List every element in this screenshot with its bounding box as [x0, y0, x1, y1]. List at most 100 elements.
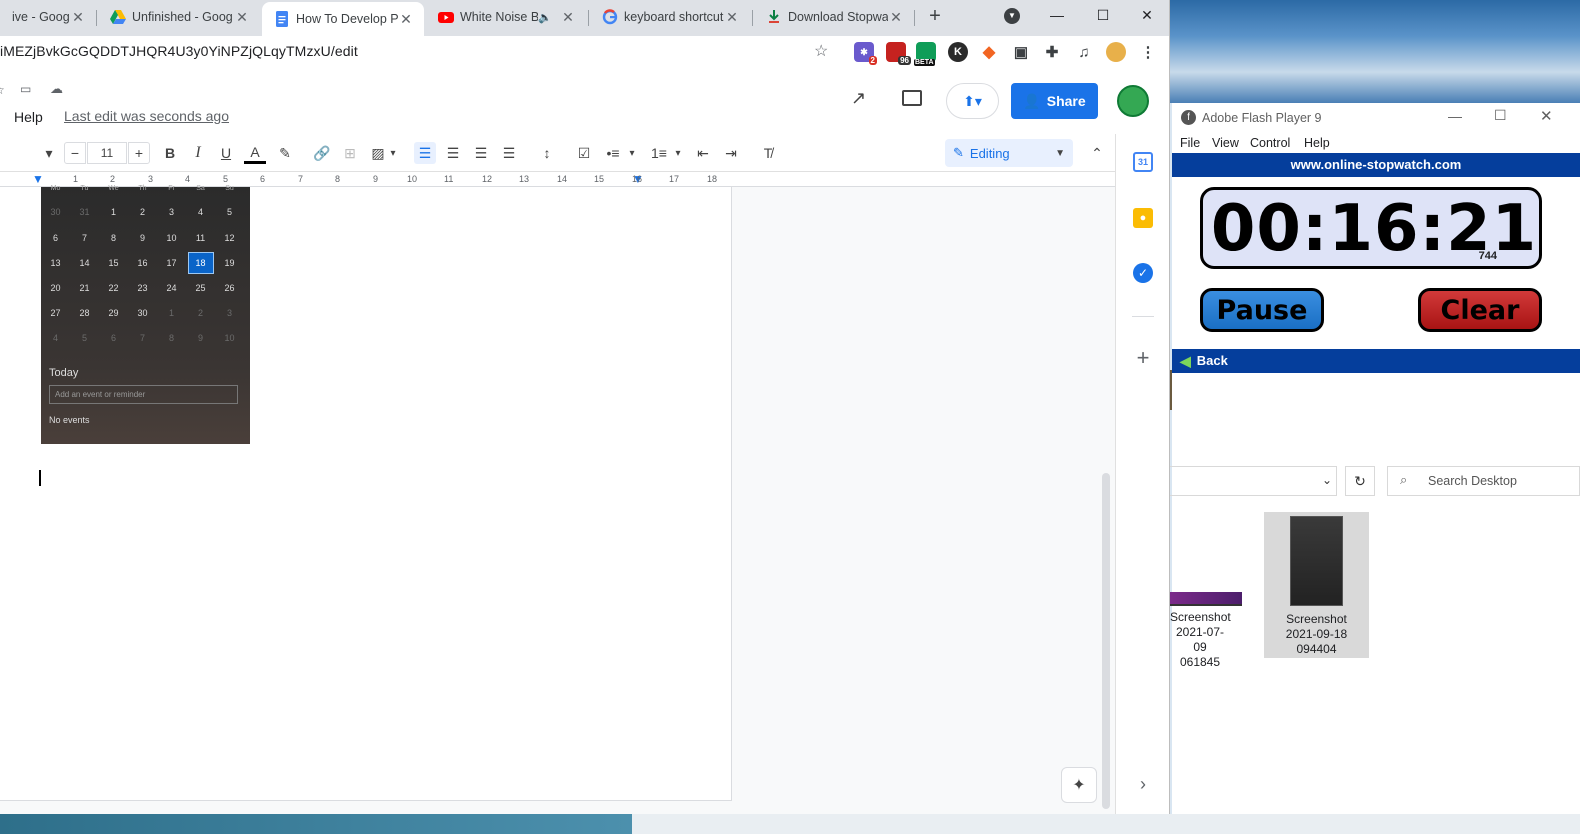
bulleted-list-icon[interactable]: •≡ — [602, 142, 624, 164]
tab-drive-1[interactable]: ive - Google ✕ — [0, 0, 96, 34]
refresh-icon[interactable]: ↻ — [1345, 466, 1375, 496]
file-name: 2021-09-18 — [1285, 627, 1348, 641]
extension-4-icon[interactable]: K — [948, 42, 968, 62]
numbered-list-icon[interactable]: 1≡ — [648, 142, 670, 164]
tab-search-icon[interactable]: ▼ — [1004, 8, 1020, 24]
google-icon — [602, 9, 618, 25]
extension-3-icon[interactable]: BETA — [914, 42, 936, 66]
tasks-icon[interactable]: ✓ — [1133, 263, 1153, 283]
star-icon[interactable]: ☆ — [0, 83, 5, 97]
clear-formatting-icon[interactable]: T̸ — [757, 142, 779, 164]
address-path-field[interactable]: ⌄ — [1170, 466, 1337, 496]
tab-google-search[interactable]: keyboard shortcut ✕ — [590, 0, 750, 34]
calendar-icon[interactable]: 31 — [1133, 152, 1153, 172]
align-right-icon[interactable]: ☰ — [470, 142, 492, 164]
close-icon[interactable]: ✕ — [70, 9, 86, 26]
person-icon: 👤 — [1023, 92, 1041, 109]
italic-icon[interactable]: I — [187, 142, 209, 164]
account-avatar[interactable] — [1117, 85, 1149, 117]
profile-avatar[interactable] — [1106, 42, 1126, 62]
document-page[interactable]: Mo Tu We Th Fr Sa Su 30 31 1 2 3 4 5 6 7… — [0, 185, 732, 801]
extension-1-icon[interactable]: 2 ✱ — [854, 42, 877, 65]
underline-icon[interactable]: U — [215, 142, 237, 164]
editing-mode-dropdown[interactable]: ✎ Editing ▼ — [945, 139, 1073, 167]
comments-icon[interactable] — [902, 90, 922, 106]
minimize-icon[interactable]: — — [1448, 108, 1462, 124]
chevron-down-icon[interactable]: ⌄ — [1322, 473, 1332, 487]
menu-help[interactable]: Help — [1304, 136, 1330, 150]
minimize-icon[interactable]: — — [1034, 0, 1080, 30]
image-dropdown-icon[interactable]: ▾ — [386, 142, 400, 164]
back-bar[interactable]: ◀ Back — [1172, 349, 1580, 373]
collapse-toolbar-icon[interactable]: ⌃ — [1086, 142, 1108, 164]
add-comment-icon[interactable]: ⊞ — [339, 142, 361, 164]
menu-file[interactable]: File — [1180, 136, 1200, 150]
font-size-field[interactable]: 11 — [87, 142, 127, 164]
scrollbar-thumb[interactable] — [1102, 473, 1110, 809]
file-name: Screenshot — [1286, 612, 1347, 626]
justify-icon[interactable]: ☰ — [498, 142, 520, 164]
tab-download[interactable]: Download Stopwa ✕ — [754, 0, 914, 34]
site-banner[interactable]: www.online-stopwatch.com — [1172, 153, 1580, 177]
tab-youtube[interactable]: White Noise B 🔈 ✕ — [426, 0, 586, 34]
picture-in-picture-icon[interactable]: ▣ — [1011, 42, 1031, 62]
insert-link-icon[interactable]: 🔗 — [311, 142, 333, 164]
add-addon-icon[interactable]: + — [1133, 347, 1153, 369]
left-indent-marker-icon[interactable]: ▼ — [32, 172, 44, 186]
extension-5-icon[interactable]: ◆ — [979, 42, 999, 62]
font-dropdown-arrow-icon[interactable]: ▾ — [38, 142, 60, 164]
keep-icon[interactable]: ● — [1133, 208, 1153, 228]
close-icon[interactable]: ✕ — [234, 9, 250, 26]
close-icon[interactable]: ✕ — [560, 9, 576, 26]
present-button[interactable]: ⬆▾ — [946, 83, 999, 119]
file-item-screenshot-2[interactable]: Screenshot 2021-09-18 094404 — [1264, 512, 1369, 658]
decrease-indent-icon[interactable]: ⇤ — [692, 142, 714, 164]
bullet-dropdown-icon[interactable]: ▾ — [625, 142, 639, 164]
text-color-icon[interactable]: A — [244, 142, 266, 164]
flash-title-bar: f Adobe Flash Player 9 — ☐ ✕ — [1172, 103, 1580, 133]
pause-button[interactable]: Pause — [1200, 288, 1324, 332]
new-tab-plus-icon[interactable]: + — [924, 6, 946, 28]
move-folder-icon[interactable]: ▭ — [20, 82, 31, 96]
menu-view[interactable]: View — [1212, 136, 1239, 150]
bold-icon[interactable]: B — [159, 142, 181, 164]
last-edit-link[interactable]: Last edit was seconds ago — [64, 108, 229, 124]
number-dropdown-icon[interactable]: ▾ — [671, 142, 685, 164]
menu-control[interactable]: Control — [1250, 136, 1290, 150]
tab-docs-active[interactable]: How To Develop P ✕ — [262, 2, 424, 36]
align-left-icon[interactable]: ☰ — [414, 142, 436, 164]
media-control-icon[interactable]: ♫ — [1074, 42, 1094, 62]
file-item-screenshot-1[interactable]: Screenshot 2021-07-09 061845 — [1170, 592, 1242, 670]
align-center-icon[interactable]: ☰ — [442, 142, 464, 164]
chrome-menu-icon[interactable]: ⋮ — [1138, 42, 1158, 62]
calendar-day: 7 — [139, 333, 145, 343]
maximize-icon[interactable]: ☐ — [1080, 0, 1126, 30]
checklist-icon[interactable]: ☑ — [573, 142, 595, 164]
close-window-icon[interactable]: ✕ — [1124, 0, 1169, 30]
tab-drive-2[interactable]: Unfinished - Goog ✕ — [98, 0, 260, 34]
clear-button[interactable]: Clear — [1418, 288, 1542, 332]
close-window-icon[interactable]: ✕ — [1540, 107, 1553, 125]
increase-indent-icon[interactable]: ⇥ — [720, 142, 742, 164]
line-spacing-icon[interactable]: ↕ — [536, 142, 558, 164]
extensions-puzzle-icon[interactable]: ✚ — [1042, 42, 1062, 62]
close-icon[interactable]: ✕ — [398, 11, 414, 28]
activity-trend-icon[interactable]: ↗ — [851, 88, 866, 109]
close-icon[interactable]: ✕ — [724, 9, 740, 26]
highlight-icon[interactable]: ✎ — [274, 142, 296, 164]
decrease-font-size-icon[interactable]: − — [64, 142, 86, 164]
share-button[interactable]: 👤 Share — [1011, 83, 1098, 119]
calendar-day: 11 — [195, 233, 206, 243]
speaker-icon[interactable]: 🔈 — [538, 11, 552, 24]
increase-font-size-icon[interactable]: + — [128, 142, 150, 164]
close-icon[interactable]: ✕ — [888, 9, 904, 26]
extension-2-icon[interactable]: 96 — [886, 42, 911, 65]
expand-panel-chevron-icon[interactable]: › — [1133, 774, 1153, 794]
flash-menu-bar: File View Control Help — [1172, 133, 1580, 153]
search-desktop-input[interactable]: Search Desktop — [1387, 466, 1580, 496]
bookmark-star-icon[interactable]: ☆ — [814, 41, 828, 61]
explore-button[interactable]: ✦ — [1061, 767, 1097, 803]
maximize-icon[interactable]: ☐ — [1494, 107, 1507, 124]
menu-help[interactable]: Help — [14, 109, 43, 125]
ruler-tick: 8 — [335, 174, 341, 184]
